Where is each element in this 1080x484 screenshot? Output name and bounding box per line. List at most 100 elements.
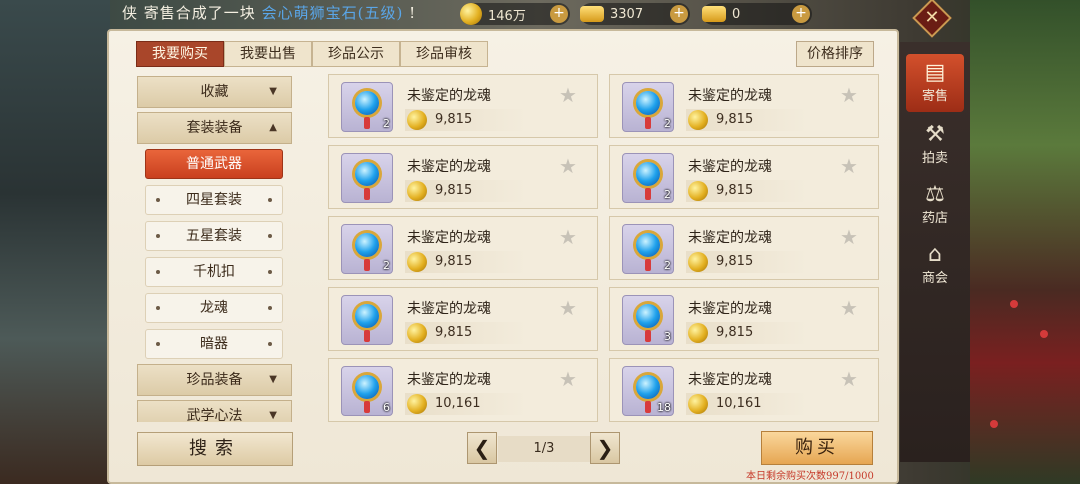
item-price: 9,815 [435, 112, 473, 127]
item-quantity: 2 [664, 117, 671, 130]
nav-auction[interactable]: ⚒ 拍卖 [906, 122, 964, 166]
listing-card[interactable]: 6 未鉴定的龙魂 10,161 ★ [328, 358, 598, 422]
nav-pharmacy[interactable]: ⚖ 药店 [906, 182, 964, 226]
flower-decor [1040, 330, 1048, 338]
item-name: 未鉴定的龙魂 [407, 88, 491, 104]
gold-coin-icon [407, 323, 427, 343]
gold-coin-icon [407, 181, 427, 201]
orb-icon [355, 304, 379, 328]
chevron-right-icon: ❯ [596, 436, 614, 460]
subcategory-qianji-buckle[interactable]: 千机扣 [145, 257, 283, 287]
item-name: 未鉴定的龙魂 [407, 230, 491, 246]
add-silver-button[interactable]: + [792, 5, 810, 23]
chevron-left-icon: ❮ [473, 436, 491, 460]
flower-decor [990, 420, 998, 428]
dragon-soul-item-icon: 6 [341, 366, 393, 416]
listing-card[interactable]: 2 未鉴定的龙魂 9,815 ★ [609, 145, 879, 209]
favorite-star-icon[interactable]: ★ [840, 83, 858, 107]
tassel-icon [364, 330, 370, 342]
tab-sell[interactable]: 我要出售 [224, 41, 312, 67]
gold-coin-icon [688, 394, 708, 414]
auction-hammer-icon: ⚒ [925, 122, 945, 147]
marquee-prefix: 侠 [122, 4, 139, 22]
subcategory-five-star-set[interactable]: 五星套装 [145, 221, 283, 251]
listing-card[interactable]: 2 未鉴定的龙魂 9,815 ★ [328, 74, 598, 138]
right-nav: ▤ 寄售 ⚒ 拍卖 ⚖ 药店 ⌂ 商会 [900, 42, 970, 462]
listing-card[interactable]: 未鉴定的龙魂 9,815 ★ [328, 145, 598, 209]
dragon-soul-item-icon: 3 [622, 295, 674, 345]
orb-icon [636, 375, 660, 399]
page-indicator: 1/3 [498, 436, 590, 462]
item-price: 9,815 [716, 325, 754, 340]
search-button[interactable]: 搜索 [137, 432, 293, 466]
favorite-star-icon[interactable]: ★ [559, 296, 577, 320]
listing-card[interactable]: 2 未鉴定的龙魂 9,815 ★ [609, 216, 879, 280]
subcategory-normal-weapon[interactable]: 普通武器 [145, 149, 283, 179]
favorite-star-icon[interactable]: ★ [559, 154, 577, 178]
subcategory-label: 普通武器 [186, 156, 242, 172]
gold-coin-icon [407, 110, 427, 130]
shop-icon: ⌂ [928, 242, 942, 267]
gold-coin-icon [688, 252, 708, 272]
item-quantity: 6 [383, 401, 390, 414]
category-favorites[interactable]: 收藏 ▼ [137, 76, 292, 108]
nav-guild-shop[interactable]: ⌂ 商会 [906, 242, 964, 286]
favorite-star-icon[interactable]: ★ [840, 154, 858, 178]
next-page-button[interactable]: ❯ [590, 432, 620, 464]
listing-card[interactable]: 3 未鉴定的龙魂 9,815 ★ [609, 287, 879, 351]
listing-card[interactable]: 18 未鉴定的龙魂 10,161 ★ [609, 358, 879, 422]
subcategory-dragon-soul[interactable]: 龙魂 [145, 293, 283, 323]
orb-icon [636, 91, 660, 115]
dragon-soul-item-icon: 2 [622, 153, 674, 203]
gold-coin-icon [688, 110, 708, 130]
listing-card[interactable]: 2 未鉴定的龙魂 9,815 ★ [328, 216, 598, 280]
nav-consign[interactable]: ▤ 寄售 [906, 54, 964, 112]
prev-page-button[interactable]: ❮ [467, 432, 497, 464]
tassel-icon [645, 259, 651, 271]
add-gold-button[interactable]: + [550, 5, 568, 23]
dragon-soul-item-icon: 18 [622, 366, 674, 416]
category-set-equipment[interactable]: 套装装备 ▲ [137, 112, 292, 144]
subcategory-label: 龙魂 [200, 300, 228, 316]
tab-review[interactable]: 珍品审核 [400, 41, 488, 67]
category-rare-equipment[interactable]: 珍品装备 ▼ [137, 364, 292, 396]
tassel-icon [364, 117, 370, 129]
listing-card[interactable]: 2 未鉴定的龙魂 9,815 ★ [609, 74, 879, 138]
item-name: 未鉴定的龙魂 [407, 372, 491, 388]
marquee-main: 寄售合成了一块 [143, 4, 256, 22]
dot-icon [268, 342, 272, 346]
currency-ingot: 3307 + [580, 3, 690, 25]
favorite-star-icon[interactable]: ★ [840, 367, 858, 391]
tab-showcase[interactable]: 珍品公示 [312, 41, 400, 67]
item-name: 未鉴定的龙魂 [407, 159, 491, 175]
item-quantity: 2 [664, 188, 671, 201]
orb-icon [636, 304, 660, 328]
orb-icon [355, 162, 379, 186]
subcategory-label: 四星套装 [186, 192, 242, 208]
category-label: 武学心法 [186, 408, 243, 422]
item-quantity: 18 [657, 401, 671, 414]
tassel-icon [645, 330, 651, 342]
nav-label: 拍卖 [921, 151, 948, 166]
dragon-soul-item-icon: 2 [622, 82, 674, 132]
subcategory-four-star-set[interactable]: 四星套装 [145, 185, 283, 215]
favorite-star-icon[interactable]: ★ [559, 225, 577, 249]
favorite-star-icon[interactable]: ★ [559, 367, 577, 391]
add-ingot-button[interactable]: + [670, 5, 688, 23]
buy-button[interactable]: 购买 [761, 431, 873, 465]
item-price: 9,815 [435, 325, 473, 340]
category-martial-arts[interactable]: 武学心法 ▼ [137, 400, 292, 422]
background-right-scenery [970, 0, 1080, 484]
category-label: 收藏 [200, 84, 229, 100]
listing-card[interactable]: 未鉴定的龙魂 9,815 ★ [328, 287, 598, 351]
subcategory-hidden-weapon[interactable]: 暗器 [145, 329, 283, 359]
category-sidebar: 收藏 ▼ 套装装备 ▲ 普通武器 四星套装 五星套装 千机扣 龙魂 暗器 珍品装… [137, 72, 294, 422]
favorite-star-icon[interactable]: ★ [840, 296, 858, 320]
gold-coin-icon [688, 181, 708, 201]
currency-silver: 0 + [702, 3, 812, 25]
favorite-star-icon[interactable]: ★ [559, 83, 577, 107]
price-sort-button[interactable]: 价格排序 [796, 41, 874, 67]
tab-buy[interactable]: 我要购买 [136, 41, 224, 67]
favorite-star-icon[interactable]: ★ [840, 225, 858, 249]
orb-icon [636, 162, 660, 186]
